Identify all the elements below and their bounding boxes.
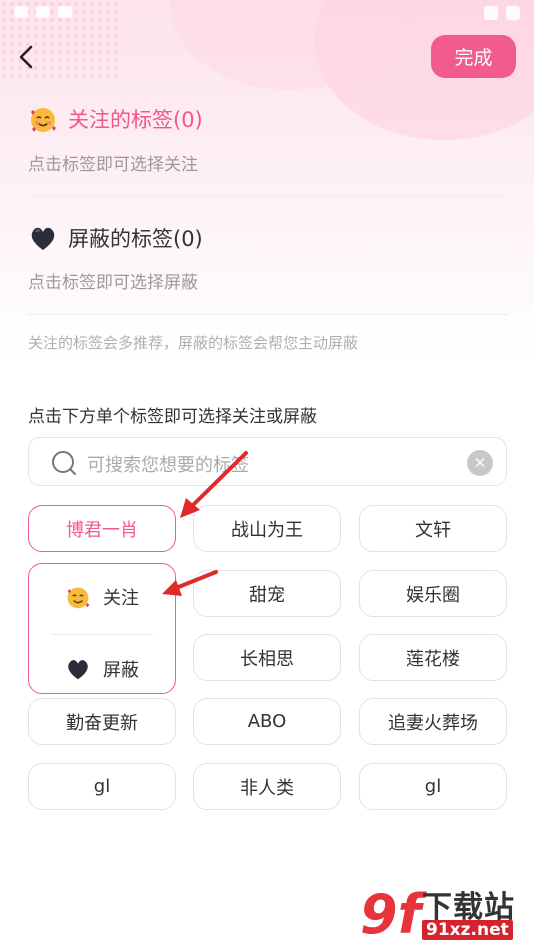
wifi-icon xyxy=(484,6,498,20)
tag-item[interactable]: 博君一肖 xyxy=(28,505,176,552)
follow-option-label: 关注 xyxy=(103,588,139,609)
notification-icon xyxy=(14,6,28,18)
instruction-text: 点击下方单个标签即可选择关注或屏蔽 xyxy=(28,407,317,427)
tag-item[interactable]: 文轩 xyxy=(359,505,507,552)
tag-action-popup: 关注 屏蔽 xyxy=(28,563,176,694)
battery-icon xyxy=(506,6,520,20)
follow-option[interactable]: 关注 xyxy=(29,584,175,610)
divider xyxy=(28,196,508,197)
divider xyxy=(51,634,153,635)
smiling-face-with-hearts-icon xyxy=(31,108,56,132)
search-icon xyxy=(52,451,76,475)
tag-item[interactable]: 娱乐圈 xyxy=(359,570,507,617)
block-option-label: 屏蔽 xyxy=(103,660,139,681)
blocked-tags-title: 屏蔽的标签(0) xyxy=(28,223,203,253)
blocked-tags-title-text: 屏蔽的标签(0) xyxy=(68,227,203,251)
notification-icon xyxy=(58,6,72,18)
done-button[interactable]: 完成 xyxy=(431,35,516,78)
hint-text: 关注的标签会多推荐，屏蔽的标签会帮您主动屏蔽 xyxy=(28,334,359,352)
followed-tags-title-text: 关注的标签(0) xyxy=(68,108,203,132)
tag-item[interactable]: 勤奋更新 xyxy=(28,698,176,745)
smiling-face-with-hearts-icon xyxy=(67,587,90,609)
tag-item[interactable]: 非人类 xyxy=(193,763,341,810)
tag-item[interactable]: 莲花楼 xyxy=(359,634,507,681)
clear-icon[interactable]: ✕ xyxy=(467,450,493,476)
watermark-logo-mark: 9f xyxy=(360,883,422,946)
blocked-tags-subtitle: 点击标签即可选择屏蔽 xyxy=(28,273,198,293)
tag-item[interactable]: 长相思 xyxy=(193,634,341,681)
tag-item[interactable]: 甜宠 xyxy=(193,570,341,617)
tag-item[interactable]: gl xyxy=(28,763,176,810)
followed-tags-title: 关注的标签(0) xyxy=(28,104,203,134)
watermark-url: 91xz.net xyxy=(422,920,513,940)
tag-item[interactable]: 追妻火葬场 xyxy=(359,698,507,745)
watermark-logo: 9f 下载站 91xz.net xyxy=(360,882,530,948)
chevron-left-icon xyxy=(19,45,33,69)
search-input[interactable]: 可搜索您想要的标签 ✕ xyxy=(28,437,507,486)
followed-tags-subtitle: 点击标签即可选择关注 xyxy=(28,155,198,175)
search-placeholder: 可搜索您想要的标签 xyxy=(87,455,249,476)
black-heart-icon xyxy=(31,227,55,250)
tag-item[interactable]: gl xyxy=(359,763,507,810)
divider xyxy=(28,314,508,315)
notification-icon xyxy=(36,6,50,18)
tag-item[interactable]: 战山为王 xyxy=(193,505,341,552)
black-heart-icon xyxy=(68,660,88,680)
tag-item[interactable]: ABO xyxy=(193,698,341,745)
block-option[interactable]: 屏蔽 xyxy=(29,656,175,682)
back-button[interactable] xyxy=(14,44,40,70)
status-bar xyxy=(0,0,534,28)
